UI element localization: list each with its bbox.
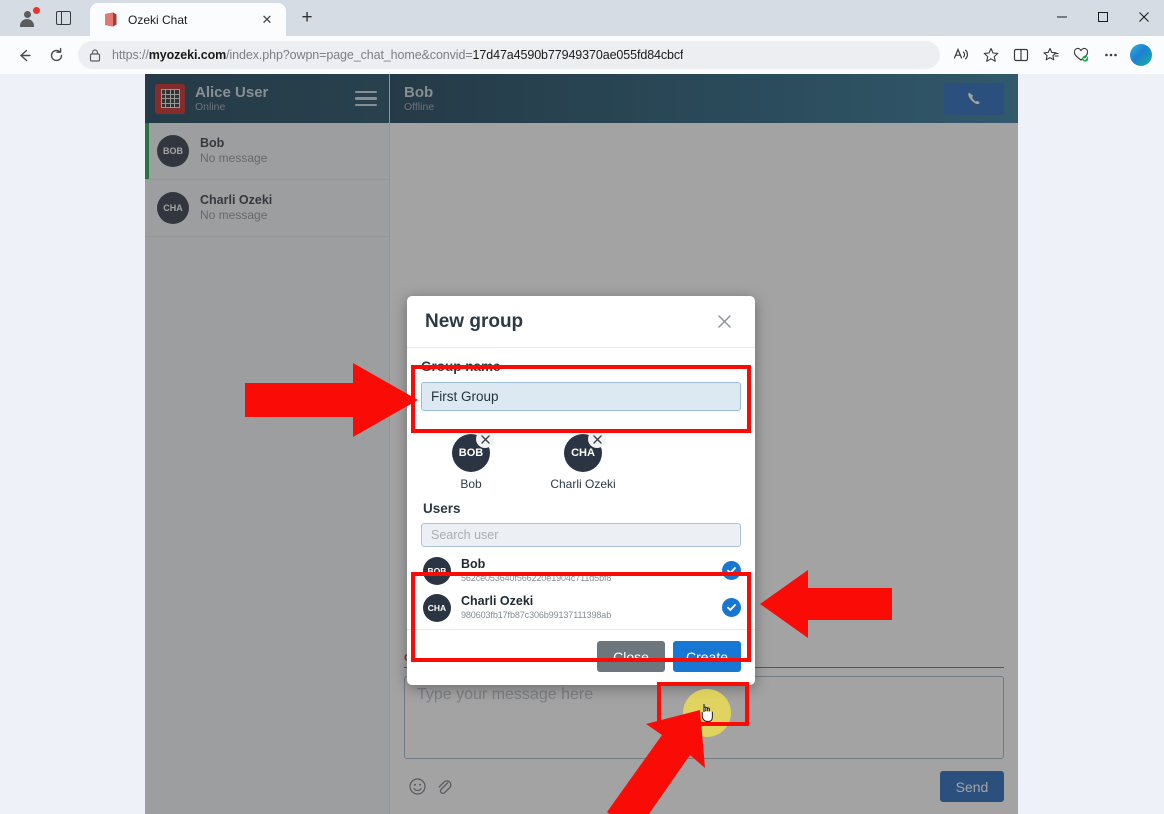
search-user-input[interactable]: Search user (421, 523, 741, 547)
reload-button[interactable] (40, 40, 72, 70)
settings-more-icon[interactable] (1096, 40, 1126, 70)
selected-member-chip: BOB Bob (435, 430, 507, 491)
favorite-star-icon[interactable] (976, 40, 1006, 70)
url-domain: myozeki.com (148, 48, 227, 62)
selected-member-chip: CHA Charli Ozeki (547, 430, 619, 491)
profile-avatar-icon (20, 10, 35, 27)
user-list: BOB Bob 562ce053640f566220e1904c711d5bf8… (407, 547, 755, 629)
browser-titlebar: Ozeki Chat ✕ + (0, 0, 1164, 36)
user-list-item[interactable]: BOB Bob 562ce053640f566220e1904c711d5bf8 (407, 552, 755, 589)
create-button[interactable]: Create (673, 641, 741, 672)
user-list-item[interactable]: CHA Charli Ozeki 980603fb17fb87c306b9913… (407, 589, 755, 626)
url-path: /index.php?owpn=page_chat_home&convid= (226, 48, 473, 62)
address-bar[interactable]: https://myozeki.com/index.php?owpn=page_… (78, 41, 940, 69)
tab-close-icon[interactable]: ✕ (256, 9, 278, 31)
back-button[interactable] (8, 40, 40, 70)
remove-x-icon[interactable] (588, 430, 606, 448)
group-name-label: Group name (421, 359, 501, 374)
profile-button[interactable] (8, 3, 46, 33)
browser-toolbar: https://myozeki.com/index.php?owpn=page_… (0, 36, 1164, 74)
group-name-section: Group name First Group (407, 348, 755, 424)
selected-member-name: Charli Ozeki (550, 477, 616, 491)
selected-check-icon[interactable] (722, 598, 741, 617)
split-screen-icon[interactable] (1006, 40, 1036, 70)
window-minimize-button[interactable] (1041, 0, 1082, 33)
url-query-value: 17d47a4590b77949370ae055fd84cbcf (472, 48, 684, 62)
new-group-dialog: New group Group name First Group BOB Bob… (407, 296, 755, 685)
users-label: Users (423, 501, 461, 516)
avatar: BOB (423, 556, 451, 585)
page-viewport: Alice User Online BOB Bob No message CHA (0, 74, 1164, 814)
arrow-left-to-users-list (760, 568, 892, 645)
browser-essentials-icon[interactable] (1066, 40, 1096, 70)
dialog-title: New group (425, 310, 524, 332)
collections-icon[interactable] (1036, 40, 1066, 70)
browser-window: Ozeki Chat ✕ + https://myozeki.com/index… (0, 0, 1164, 814)
tab-title: Ozeki Chat (128, 12, 188, 27)
profile-notification-dot (33, 7, 40, 14)
dialog-footer: Close Create (407, 629, 755, 685)
window-controls (1041, 0, 1164, 33)
copilot-icon[interactable] (1126, 40, 1156, 70)
group-name-input[interactable]: First Group (421, 382, 741, 411)
selected-check-icon[interactable] (722, 561, 741, 580)
split-pane-icon (55, 11, 71, 25)
arrow-right-to-group-name (245, 361, 420, 444)
selected-member-name: Bob (460, 477, 482, 491)
remove-x-icon[interactable] (476, 430, 494, 448)
read-aloud-icon[interactable] (946, 40, 976, 70)
ozeki-book-icon (102, 11, 119, 28)
mouse-cursor (700, 702, 716, 724)
new-tab-button[interactable]: + (292, 3, 322, 33)
user-id: 562ce053640f566220e1904c711d5bf8 (461, 572, 612, 583)
tab-actions-button[interactable] (46, 3, 80, 33)
window-maximize-button[interactable] (1082, 0, 1123, 33)
close-button[interactable]: Close (597, 641, 665, 672)
window-close-button[interactable] (1123, 0, 1164, 33)
selected-members: BOB Bob CHA Charli Ozeki (407, 424, 755, 499)
url-scheme: https:// (112, 48, 149, 62)
lock-icon (88, 48, 102, 63)
dialog-header: New group (407, 296, 755, 348)
browser-tab[interactable]: Ozeki Chat ✕ (90, 3, 286, 36)
user-id: 980603fb17fb87c306b99137111398ab (461, 609, 612, 620)
avatar: CHA (423, 593, 451, 622)
user-name: Bob (461, 557, 486, 572)
close-icon[interactable] (711, 309, 737, 335)
user-name: Charli Ozeki (461, 594, 534, 609)
url-text: https://myozeki.com/index.php?owpn=page_… (112, 48, 683, 62)
